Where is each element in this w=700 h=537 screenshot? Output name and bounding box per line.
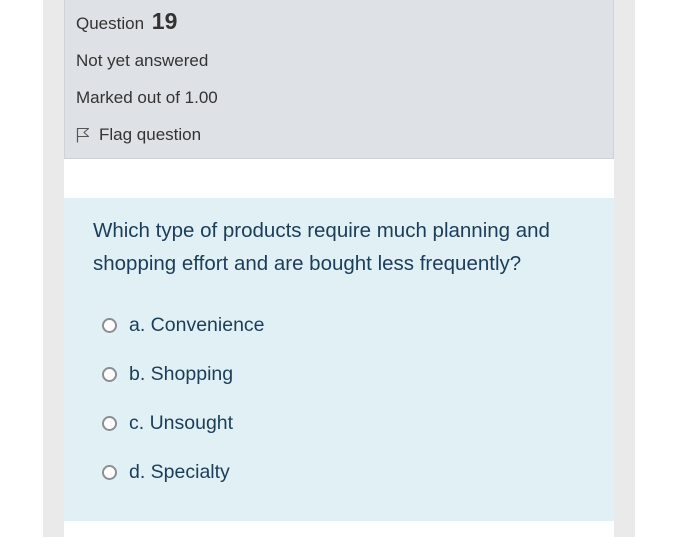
flag-question-button[interactable]: Flag question <box>76 125 201 145</box>
answer-option-d[interactable]: d. Specialty <box>102 461 230 484</box>
radio-button-d[interactable] <box>102 465 117 480</box>
answer-label-b: b. Shopping <box>129 363 234 385</box>
radio-button-a[interactable] <box>102 318 117 333</box>
radio-button-b[interactable] <box>102 367 117 382</box>
left-page-margin <box>43 0 64 537</box>
answer-label-d: d. Specialty <box>129 461 230 483</box>
question-content: Which type of products require much plan… <box>64 198 614 521</box>
flag-question-label: Flag question <box>99 125 202 144</box>
question-number: 19 <box>151 8 178 34</box>
question-heading-label: Question <box>76 14 145 33</box>
question-grade: Marked out of 1.00 <box>76 88 218 107</box>
quiz-page: Question 19 Not yet answered Marked out … <box>64 0 614 537</box>
question-heading: Question 19 <box>76 8 177 35</box>
answer-option-b[interactable]: b. Shopping <box>102 363 233 386</box>
right-page-margin <box>614 0 635 537</box>
question-state: Not yet answered <box>76 51 209 70</box>
answer-option-a[interactable]: a. Convenience <box>102 314 265 337</box>
answer-option-c[interactable]: c. Unsought <box>102 412 233 435</box>
answer-label-a: a. Convenience <box>129 314 265 336</box>
answer-label-c: c. Unsought <box>129 412 234 434</box>
question-info-panel: Question 19 Not yet answered Marked out … <box>64 0 614 159</box>
radio-button-c[interactable] <box>102 416 117 431</box>
flag-icon <box>76 127 90 143</box>
question-text: Which type of products require much plan… <box>93 219 550 275</box>
